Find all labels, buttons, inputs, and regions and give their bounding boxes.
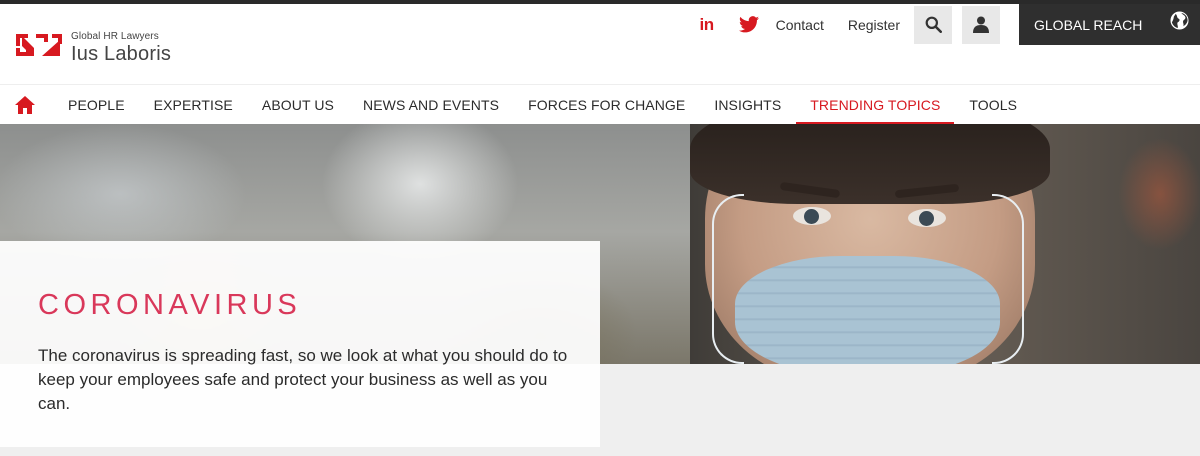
hero-mask-strap-left [712,194,744,364]
nav-item-insights[interactable]: INSIGHTS [714,85,781,125]
nav-item-about-us[interactable]: ABOUT US [262,85,334,125]
nav-item-trending-topics[interactable]: TRENDING TOPICS [796,85,955,125]
hero-eye-left [793,207,831,225]
nav-item-expertise[interactable]: EXPERTISE [154,85,233,125]
nav-item-news-and-events[interactable]: NEWS AND EVENTS [363,85,499,125]
utility-bar: in Contact Register GLOBAL REACH [696,4,1200,45]
search-button[interactable] [914,5,952,44]
logo[interactable]: Global HR Lawyers Ius Laboris [14,26,194,66]
page-title: CORONAVIRUS [38,289,302,321]
home-icon [15,95,35,114]
home-link[interactable] [14,94,36,116]
contact-link[interactable]: Contact [776,17,824,33]
hero-mask-strap-right [992,194,1024,364]
global-reach-label: GLOBAL REACH [1034,16,1143,33]
main-nav: PEOPLE EXPERTISE ABOUT US NEWS AND EVENT… [0,84,1200,125]
hero-eye-right [908,209,946,227]
register-link[interactable]: Register [848,17,900,33]
hero-card: CORONAVIRUS The coronavirus is spreading… [0,241,600,447]
logo-mark-icon [16,34,62,56]
search-icon [925,16,942,33]
user-icon [973,16,989,33]
hero-face-mask [735,256,1000,364]
logo-name: Ius Laboris [71,43,172,65]
twitter-icon[interactable] [738,14,760,36]
nav-item-people[interactable]: PEOPLE [68,85,125,125]
page-intro: The coronavirus is spreading fast, so we… [38,346,568,413]
nav-item-tools[interactable]: TOOLS [969,85,1017,125]
global-reach-button[interactable]: GLOBAL REACH [1019,4,1200,45]
account-button[interactable] [962,5,1000,44]
globe-icon [1170,11,1189,30]
nav-item-forces-for-change[interactable]: FORCES FOR CHANGE [528,85,685,125]
linkedin-icon[interactable]: in [696,14,718,36]
hero-hair [690,124,1050,204]
logo-tagline: Global HR Lawyers [71,31,159,42]
